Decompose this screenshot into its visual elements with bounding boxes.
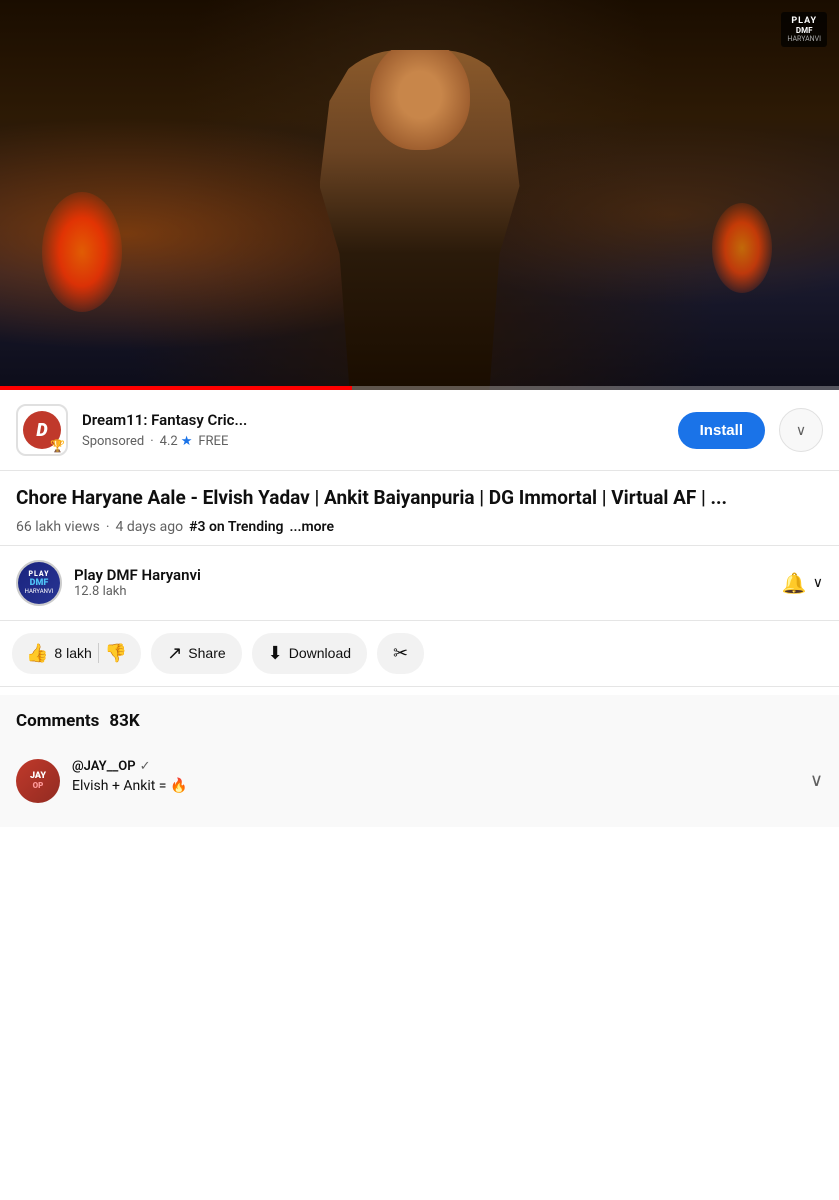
ad-rating: 4.2 ★ [160, 434, 193, 449]
view-count: 66 lakh views [16, 519, 100, 535]
like-divider [98, 643, 99, 663]
trending-badge: #3 on Trending [189, 519, 283, 535]
video-title: Chore Haryane Aale - Elvish Yadav | Anki… [16, 485, 823, 511]
download-icon: ⬇ [268, 643, 283, 664]
progress-bar-fill [0, 386, 352, 390]
like-count: 8 lakh [54, 645, 91, 661]
ad-free-label: FREE [198, 434, 228, 449]
channel-logo[interactable]: PLAY DMF HARYANVI [16, 560, 62, 606]
watermark-dmf: DMF [796, 26, 813, 35]
comment-avatar-text: JAY OP [30, 772, 46, 790]
channel-subscribers: 12.8 lakh [74, 584, 782, 599]
ad-logo: D 🏆 [16, 404, 68, 456]
like-icon: 👍 [26, 643, 48, 664]
download-button[interactable]: ⬇ Download [252, 633, 367, 674]
channel-watermark: PLAY DMF HARYANVI [781, 12, 827, 47]
ad-star-icon: ★ [181, 434, 193, 449]
install-button[interactable]: Install [678, 412, 765, 449]
watermark-play: PLAY [791, 16, 817, 26]
ad-chevron-button[interactable]: ∨ [779, 408, 823, 452]
more-link[interactable]: ...more [290, 519, 334, 535]
channel-logo-dmf-text: DMF [30, 578, 49, 588]
like-button[interactable]: 👍 8 lakh 👎 [12, 633, 141, 674]
download-label: Download [289, 645, 351, 661]
comments-section: Comments 83K JAY OP @JAY__OP ✓ Elvish + … [0, 695, 839, 827]
comment-username: @JAY__OP ✓ [72, 759, 798, 774]
share-icon: ↗ [167, 643, 182, 664]
video-player[interactable]: PLAY DMF HARYANVI [0, 0, 839, 390]
comments-title: Comments [16, 711, 99, 731]
comment-user-name[interactable]: @JAY__OP [72, 759, 136, 774]
channel-row: PLAY DMF HARYANVI Play DMF Haryanvi 12.8… [0, 546, 839, 621]
share-button[interactable]: ↗ Share [151, 633, 241, 674]
subscribe-area: 🔔 ∨ [782, 571, 823, 595]
comments-count: 83K [109, 711, 139, 731]
ad-title: Dream11: Fantasy Cric... [82, 411, 664, 431]
channel-logo-play-text: PLAY [28, 570, 49, 578]
comment-text: Elvish + Ankit = 🔥 [72, 777, 798, 797]
ad-rating-value: 4.2 [160, 434, 178, 449]
comment-content: @JAY__OP ✓ Elvish + Ankit = 🔥 [72, 759, 798, 797]
comment-avatar[interactable]: JAY OP [16, 759, 60, 803]
video-info: Chore Haryane Aale - Elvish Yadav | Anki… [0, 471, 839, 546]
channel-logo-h-text: HARYANVI [25, 588, 54, 595]
video-stats: 66 lakh views · 4 days ago #3 on Trendin… [16, 519, 823, 535]
channel-chevron-icon[interactable]: ∨ [813, 575, 823, 591]
ad-banner: D 🏆 Dream11: Fantasy Cric... Sponsored ·… [0, 390, 839, 471]
verified-icon: ✓ [140, 759, 151, 774]
ad-separator: · [150, 434, 153, 449]
time-ago: 4 days ago [116, 519, 184, 535]
channel-name[interactable]: Play DMF Haryanvi [74, 566, 782, 584]
ad-logo-inner: D 🏆 [23, 411, 61, 449]
watermark-haryanvi: HARYANVI [787, 35, 821, 43]
ad-logo-trophy: 🏆 [50, 439, 65, 453]
share-label: Share [188, 645, 225, 661]
clip-icon: ✂ [393, 643, 408, 664]
channel-info: Play DMF Haryanvi 12.8 lakh [74, 566, 782, 599]
ad-meta: Sponsored · 4.2 ★ FREE [82, 434, 664, 449]
progress-bar-container[interactable] [0, 386, 839, 390]
bell-icon[interactable]: 🔔 [782, 571, 807, 595]
actions-row: 👍 8 lakh 👎 ↗ Share ⬇ Download ✂ [0, 621, 839, 687]
ad-sponsored-label: Sponsored [82, 434, 144, 449]
clip-button[interactable]: ✂ [377, 633, 424, 674]
comment-item: JAY OP @JAY__OP ✓ Elvish + Ankit = 🔥 ∨ [16, 747, 823, 815]
comment-expand-icon[interactable]: ∨ [810, 770, 823, 791]
ad-logo-d: D [36, 420, 47, 441]
comments-header: Comments 83K [16, 711, 823, 731]
dislike-icon: 👎 [105, 643, 127, 664]
ad-info: Dream11: Fantasy Cric... Sponsored · 4.2… [82, 411, 664, 449]
